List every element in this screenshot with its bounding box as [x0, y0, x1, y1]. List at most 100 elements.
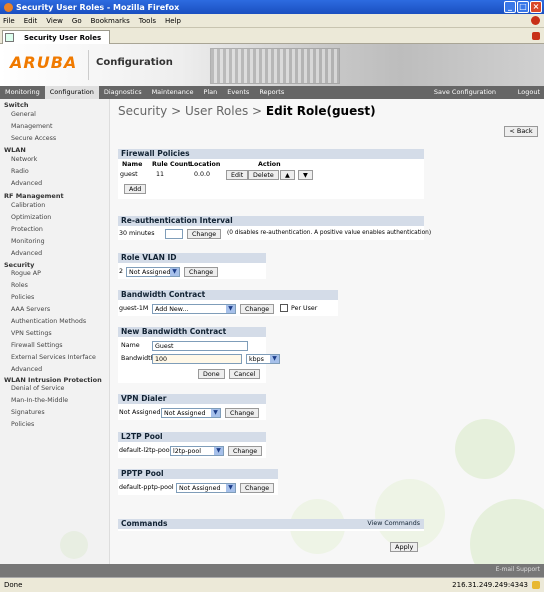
sidebar-item-external-services[interactable]: External Services Interface	[11, 354, 96, 361]
close-window-button[interactable]: ×	[530, 1, 542, 13]
sidebar-item-auth-methods[interactable]: Authentication Methods	[11, 318, 86, 325]
sidebar-item-security-advanced[interactable]: Advanced	[11, 366, 42, 373]
nav-monitoring[interactable]: Monitoring	[0, 86, 45, 99]
sidebar-item-wip-policies[interactable]: Policies	[11, 421, 34, 428]
tab-security-user-roles[interactable]: Security User Roles	[2, 30, 110, 44]
sidebar-item-management[interactable]: Management	[11, 123, 52, 130]
email-support-link[interactable]: E-mail Support	[496, 566, 540, 573]
nav-events[interactable]: Events	[222, 86, 254, 99]
view-commands-link[interactable]: View Commands	[367, 519, 420, 529]
breadcrumb-path[interactable]: Security > User Roles >	[118, 104, 266, 118]
sidebar-item-optimization[interactable]: Optimization	[11, 214, 51, 221]
menu-view[interactable]: View	[46, 17, 63, 25]
nav-configuration[interactable]: Configuration	[44, 86, 99, 99]
pptp-pool-change-button[interactable]: Change	[240, 483, 275, 493]
fw-move-up-button[interactable]: ▲	[280, 170, 295, 180]
nav-maintenance[interactable]: Maintenance	[147, 86, 199, 99]
sidebar-item-policies[interactable]: Policies	[11, 294, 34, 301]
logout-link[interactable]: Logout	[518, 86, 540, 99]
new-bandwidth-name-input[interactable]: Guest	[152, 341, 248, 351]
sidebar-item-dos[interactable]: Denial of Service	[11, 385, 64, 392]
pptp-pool-select-value: Not Assigned	[179, 485, 221, 492]
per-user-label: Per User	[291, 305, 318, 312]
sidebar-item-general[interactable]: General	[11, 111, 36, 118]
new-bandwidth-bw-input[interactable]: 100	[152, 354, 242, 364]
fw-edit-button[interactable]: Edit	[226, 170, 249, 180]
lock-icon	[532, 581, 540, 589]
bandwidth-panel: Bandwidth Contract guest-1M Add New... ▼ …	[118, 290, 338, 316]
sidebar-item-roles[interactable]: Roles	[11, 282, 28, 289]
fw-row-count: 11	[156, 171, 165, 178]
pptp-pool-label: default-pptp-pool	[119, 484, 174, 491]
sidebar-item-firewall-settings[interactable]: Firewall Settings	[11, 342, 63, 349]
l2tp-pool-change-button[interactable]: Change	[228, 446, 263, 456]
l2tp-pool-panel: L2TP Pool default-l2tp-pool l2tp-pool ▼ C…	[118, 432, 266, 458]
bandwidth-label: guest-1M	[119, 305, 149, 312]
sidebar-item-signatures[interactable]: Signatures	[11, 409, 45, 416]
banner-title: Configuration	[96, 57, 173, 68]
sidebar-item-wlan-advanced[interactable]: Advanced	[11, 180, 42, 187]
chevron-down-icon: ▼	[170, 268, 179, 276]
vpn-dialer-panel: VPN Dialer Not Assigned Not Assigned ▼ Ch…	[118, 394, 266, 420]
apply-button[interactable]: Apply	[390, 542, 419, 552]
fw-delete-button[interactable]: Delete	[248, 170, 279, 180]
cancel-button[interactable]: Cancel	[229, 369, 261, 379]
commands-title-bar: Commands View Commands	[118, 519, 424, 529]
sidebar-item-radio[interactable]: Radio	[11, 168, 29, 175]
commands-panel: Commands View Commands	[118, 519, 424, 531]
save-configuration-link[interactable]: Save Configuration	[434, 86, 496, 99]
firewall-policies-title: Firewall Policies	[118, 149, 424, 159]
status-text: Done	[4, 581, 23, 589]
back-button[interactable]: < Back	[504, 126, 538, 137]
vpn-dialer-select[interactable]: Not Assigned ▼	[161, 408, 221, 418]
sidebar-item-vpn-settings[interactable]: VPN Settings	[11, 330, 52, 337]
minimize-button[interactable]: _	[504, 1, 516, 13]
reauth-interval-input[interactable]	[165, 229, 183, 239]
bandwidth-change-button[interactable]: Change	[240, 304, 275, 314]
maximize-button[interactable]: □	[517, 1, 529, 13]
bandwidth-unit-select[interactable]: kbps ▼	[246, 354, 280, 364]
breadcrumb: Security > User Roles > Edit Role(guest)	[118, 104, 376, 118]
vpn-dialer-change-button[interactable]: Change	[225, 408, 260, 418]
per-user-checkbox[interactable]	[280, 304, 288, 312]
sidebar-item-aaa-servers[interactable]: AAA Servers	[11, 306, 50, 313]
menu-bookmarks[interactable]: Bookmarks	[91, 17, 130, 25]
fw-move-down-button[interactable]: ▼	[298, 170, 313, 180]
sidebar-item-network[interactable]: Network	[11, 156, 37, 163]
done-button[interactable]: Done	[198, 369, 225, 379]
nav-reports[interactable]: Reports	[254, 86, 289, 99]
stop-icon[interactable]	[531, 16, 540, 25]
chevron-down-icon: ▼	[270, 355, 279, 363]
reauth-unit: 30 minutes	[119, 230, 155, 237]
sidebar-item-mitm[interactable]: Man-In-the-Middle	[11, 397, 68, 404]
vpn-dialer-title: VPN Dialer	[118, 394, 266, 404]
bandwidth-select[interactable]: Add New... ▼	[152, 304, 236, 314]
switch-rack-image	[210, 48, 340, 84]
sidebar-item-protection[interactable]: Protection	[11, 226, 43, 233]
menu-tools[interactable]: Tools	[139, 17, 156, 25]
sidebar-item-calibration[interactable]: Calibration	[11, 202, 45, 209]
nav-plan[interactable]: Plan	[198, 86, 222, 99]
banner-divider	[88, 50, 89, 80]
nav-diagnostics[interactable]: Diagnostics	[99, 86, 147, 99]
sidebar-section-wip: WLAN Intrusion Protection	[4, 376, 102, 384]
menu-file[interactable]: File	[3, 17, 15, 25]
vlan-value: 2	[119, 268, 124, 275]
menu-edit[interactable]: Edit	[24, 17, 38, 25]
pptp-pool-select[interactable]: Not Assigned ▼	[176, 483, 236, 493]
reauth-change-button[interactable]: Change	[187, 229, 222, 239]
fw-add-button[interactable]: Add	[124, 184, 147, 194]
sidebar-item-rogue-ap[interactable]: Rogue AP	[11, 270, 41, 277]
sidebar-item-rf-advanced[interactable]: Advanced	[11, 250, 42, 257]
menu-go[interactable]: Go	[72, 17, 82, 25]
vlan-change-button[interactable]: Change	[184, 267, 219, 277]
sidebar: Switch General Management Secure Access …	[0, 99, 110, 564]
menu-help[interactable]: Help	[165, 17, 181, 25]
close-tab-icon[interactable]	[532, 32, 540, 40]
reauth-note: (0 disables re-authentication. A positiv…	[227, 230, 432, 236]
l2tp-pool-select[interactable]: l2tp-pool ▼	[170, 446, 224, 456]
sidebar-item-secure-access[interactable]: Secure Access	[11, 135, 56, 142]
sidebar-item-monitoring[interactable]: Monitoring	[11, 238, 45, 245]
vlan-select[interactable]: Not Assigned ▼	[126, 267, 180, 277]
vpn-dialer-label: Not Assigned	[119, 409, 161, 416]
